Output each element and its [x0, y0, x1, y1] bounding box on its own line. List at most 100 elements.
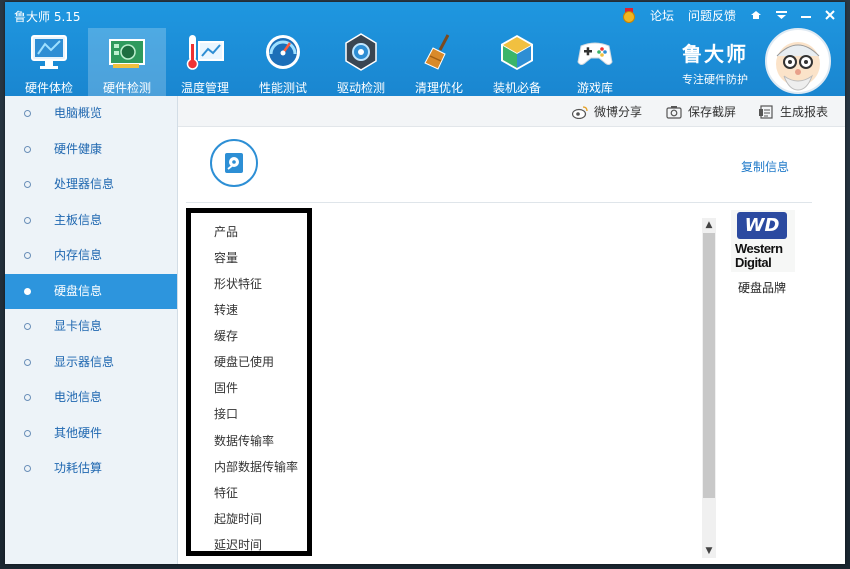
close-icon[interactable] — [825, 9, 835, 23]
nav-label: 装机必备 — [492, 81, 541, 95]
wd-line2: Digital — [735, 255, 772, 270]
nav-label: 性能测试 — [258, 81, 307, 95]
nav-performance[interactable]: 性能测试 — [244, 28, 322, 96]
sidebar-item-label: 硬件健康 — [54, 141, 103, 156]
nav-essentials[interactable]: 装机必备 — [478, 28, 556, 96]
nav-label: 温度管理 — [180, 81, 229, 95]
sidebar-item-label: 电脑概览 — [54, 106, 103, 120]
medal-icon[interactable] — [622, 7, 636, 24]
bullet-icon — [24, 394, 31, 401]
bullet-icon — [24, 429, 31, 437]
sidebar-item-gpu[interactable]: 显卡信息 — [5, 309, 177, 345]
header-bar: 鲁大师 5.15 论坛 问题反馈 硬件体检 硬件检测 温度管理 性能测试 驱动检… — [5, 2, 845, 96]
weibo-icon — [572, 105, 588, 119]
mascot-icon — [776, 42, 820, 91]
toolbar: 微博分享 保存截屏 生成报表 — [178, 96, 845, 127]
speedometer-icon — [266, 35, 300, 69]
info-row-label: 形状特征 — [214, 277, 263, 291]
nav-label: 驱动检测 — [336, 81, 385, 95]
copy-info-link[interactable]: 复制信息 — [741, 158, 789, 175]
brand-block: 鲁大师 专注硬件防护 — [682, 38, 748, 87]
scroll-thumb[interactable] — [703, 233, 715, 498]
driver-gear-icon — [345, 33, 377, 71]
bullet-icon — [24, 358, 31, 366]
main-panel: 微博分享 保存截屏 生成报表 复制信息 产品 容量 形状特征 转速 缓存 硬盘已… — [178, 96, 845, 564]
sidebar-item-disk[interactable]: 硬盘信息 — [5, 273, 177, 309]
weibo-share-label: 微博分享 — [594, 105, 643, 119]
sidebar-item-cpu[interactable]: 处理器信息 — [5, 167, 177, 203]
sidebar-item-label: 硬盘信息 — [54, 283, 103, 298]
monitor-icon — [31, 35, 67, 69]
info-row-label: 固件 — [214, 381, 239, 395]
vertical-scrollbar[interactable]: ▲ ▼ — [702, 218, 716, 558]
forum-link[interactable]: 论坛 — [650, 7, 674, 24]
info-row-label: 延迟时间 — [214, 538, 263, 552]
wd-line1: Western — [735, 241, 783, 256]
info-row-label: 产品 — [214, 225, 239, 239]
sidebar-item-label: 内存信息 — [54, 248, 103, 262]
avatar[interactable] — [765, 28, 831, 94]
sidebar-item-other[interactable]: 其他硬件 — [5, 416, 177, 452]
info-row-label: 数据传输率 — [214, 434, 275, 448]
skin-icon[interactable] — [750, 9, 762, 23]
scroll-down-icon[interactable]: ▼ — [702, 544, 716, 558]
bullet-icon — [24, 181, 31, 188]
nav-hardware-detect[interactable]: 硬件检测 — [88, 28, 166, 96]
bullet-icon — [24, 323, 31, 330]
sidebar-item-label: 处理器信息 — [54, 177, 115, 191]
bullet-icon — [24, 110, 31, 117]
sidebar-item-health[interactable]: 硬件健康 — [5, 132, 177, 168]
sidebar-item-label: 主板信息 — [54, 212, 103, 227]
wd-badge: WD — [737, 212, 787, 239]
info-row-label: 硬盘已使用 — [214, 355, 275, 369]
weibo-share-button[interactable]: 微博分享 — [572, 103, 642, 120]
nav-temperature[interactable]: 温度管理 — [166, 28, 244, 96]
broom-icon — [424, 34, 450, 70]
nav-game-library[interactable]: 游戏库 — [556, 28, 634, 96]
info-row-label: 起旋时间 — [214, 512, 263, 526]
nav-cleanup[interactable]: 清理优化 — [400, 28, 478, 96]
thermometer-icon — [186, 35, 224, 70]
brand-slogan: 专注硬件防护 — [682, 73, 748, 86]
bullet-icon — [24, 216, 31, 224]
disk-info-list: 产品 容量 形状特征 转速 缓存 硬盘已使用 固件 接口 数据传输率 内部数据传… — [186, 208, 312, 556]
save-screenshot-button[interactable]: 保存截屏 — [666, 103, 736, 120]
camera-icon — [666, 105, 682, 119]
app-window: 鲁大师 5.15 论坛 问题反馈 硬件体检 硬件检测 温度管理 性能测试 驱动检… — [5, 2, 845, 564]
menu-dropdown-icon[interactable] — [776, 9, 787, 23]
sidebar-item-power[interactable]: 功耗估算 — [5, 451, 177, 487]
sidebar-item-overview[interactable]: 电脑概览 — [5, 96, 177, 132]
minimize-icon[interactable] — [801, 9, 811, 23]
sidebar-item-label: 显卡信息 — [54, 319, 103, 333]
info-row-label: 接口 — [214, 407, 239, 421]
sidebar-item-monitor[interactable]: 显示器信息 — [5, 345, 177, 381]
wd-brand-logo: WD Western Digital — [731, 210, 795, 272]
nav-label: 硬件检测 — [102, 81, 151, 95]
info-row-label: 转速 — [214, 303, 239, 317]
nav-driver[interactable]: 驱动检测 — [322, 28, 400, 96]
brand-name: 鲁大师 — [682, 42, 748, 66]
box-icon — [501, 35, 533, 70]
sidebar-item-motherboard[interactable]: 主板信息 — [5, 203, 177, 239]
nav-label: 游戏库 — [576, 81, 613, 95]
nav-hardware-check[interactable]: 硬件体检 — [10, 28, 88, 96]
info-row-label: 容量 — [214, 251, 239, 265]
main-nav: 硬件体检 硬件检测 温度管理 性能测试 驱动检测 清理优化 装机必备 游戏库 — [10, 28, 634, 96]
report-icon — [759, 104, 773, 119]
bullet-icon — [24, 252, 31, 259]
disk-brand-caption: 硬盘品牌 — [738, 281, 787, 295]
sidebar-item-battery[interactable]: 电池信息 — [5, 380, 177, 416]
disk-icon — [210, 139, 258, 187]
sidebar-item-label: 其他硬件 — [54, 425, 103, 440]
save-screenshot-label: 保存截屏 — [688, 105, 737, 119]
feedback-link[interactable]: 问题反馈 — [688, 7, 736, 24]
info-row-label: 缓存 — [214, 329, 239, 343]
sidebar-item-memory[interactable]: 内存信息 — [5, 238, 177, 274]
scroll-up-icon[interactable]: ▲ — [702, 218, 716, 232]
nav-label: 硬件体检 — [24, 81, 73, 95]
nav-label: 清理优化 — [414, 81, 463, 95]
bullet-icon — [24, 287, 31, 295]
generate-report-button[interactable]: 生成报表 — [758, 103, 828, 120]
info-row-label: 内部数据传输率 — [214, 460, 299, 474]
divider — [186, 202, 812, 203]
